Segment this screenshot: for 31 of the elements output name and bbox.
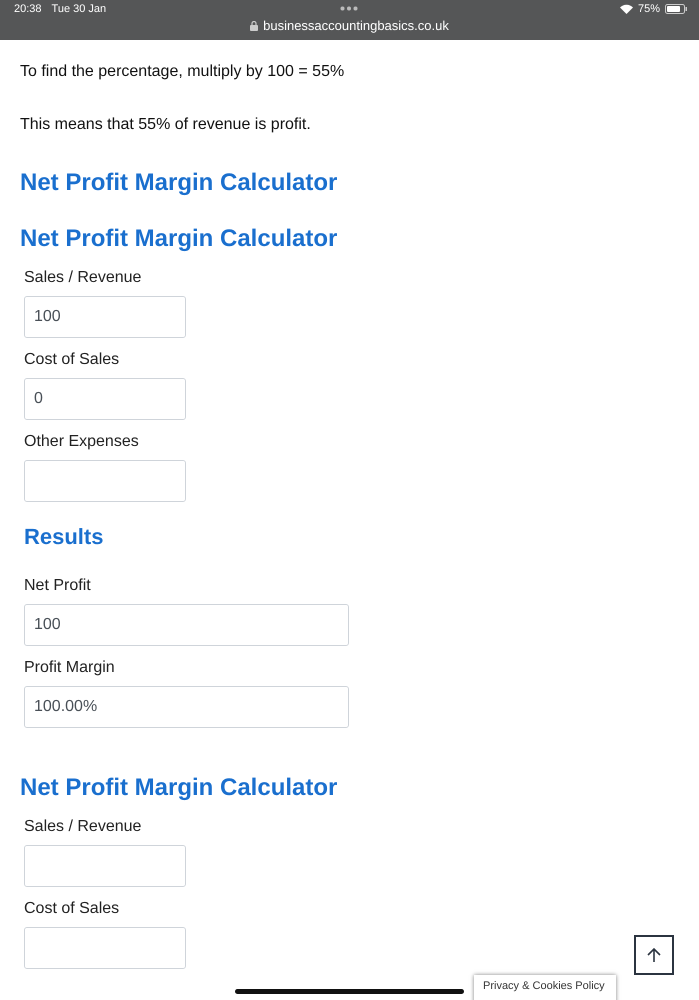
result-field: 100.00% — [24, 686, 349, 728]
paragraph: This means that 55% of revenue is profit. — [20, 115, 312, 135]
calculator-title: Net Profit Margin Calculator — [20, 773, 338, 803]
input-field[interactable] — [24, 460, 186, 502]
section-heading: Net Profit Margin Calculator — [20, 168, 338, 198]
result-field: 100 — [24, 604, 349, 646]
result-label: Profit Margin — [24, 658, 115, 678]
battery-icon — [665, 4, 687, 14]
field-label: Sales / Revenue — [24, 268, 142, 288]
url-text[interactable]: businessaccountingbasics.co.uk — [263, 18, 449, 33]
input-field[interactable] — [24, 845, 186, 887]
field-label: Sales / Revenue — [24, 817, 142, 837]
input-field[interactable] — [24, 927, 186, 969]
result-label: Net Profit — [24, 576, 91, 596]
input-field[interactable]: 0 — [24, 378, 186, 420]
field-label: Cost of Sales — [24, 899, 120, 919]
field-label: Cost of Sales — [24, 350, 120, 370]
privacy-link[interactable]: Privacy & Cookies Policy — [474, 975, 616, 1000]
input-field[interactable]: 100 — [24, 296, 186, 338]
calculator-title: Net Profit Margin Calculator — [20, 224, 338, 254]
more-icon[interactable] — [340, 6, 358, 11]
arrow-up-icon — [647, 947, 661, 963]
lock-icon — [250, 20, 258, 30]
date: Tue 30 Jan — [52, 3, 106, 15]
clock-time: 20:38 — [14, 3, 42, 15]
battery-percentage: 75% — [638, 3, 660, 15]
results-heading: Results — [24, 524, 104, 550]
field-label: Other Expenses — [24, 432, 139, 452]
scroll-top-button[interactable] — [634, 935, 674, 975]
paragraph: To find the percentage, multiply by 100 = 55% — [20, 62, 346, 82]
wifi-icon — [620, 4, 633, 14]
